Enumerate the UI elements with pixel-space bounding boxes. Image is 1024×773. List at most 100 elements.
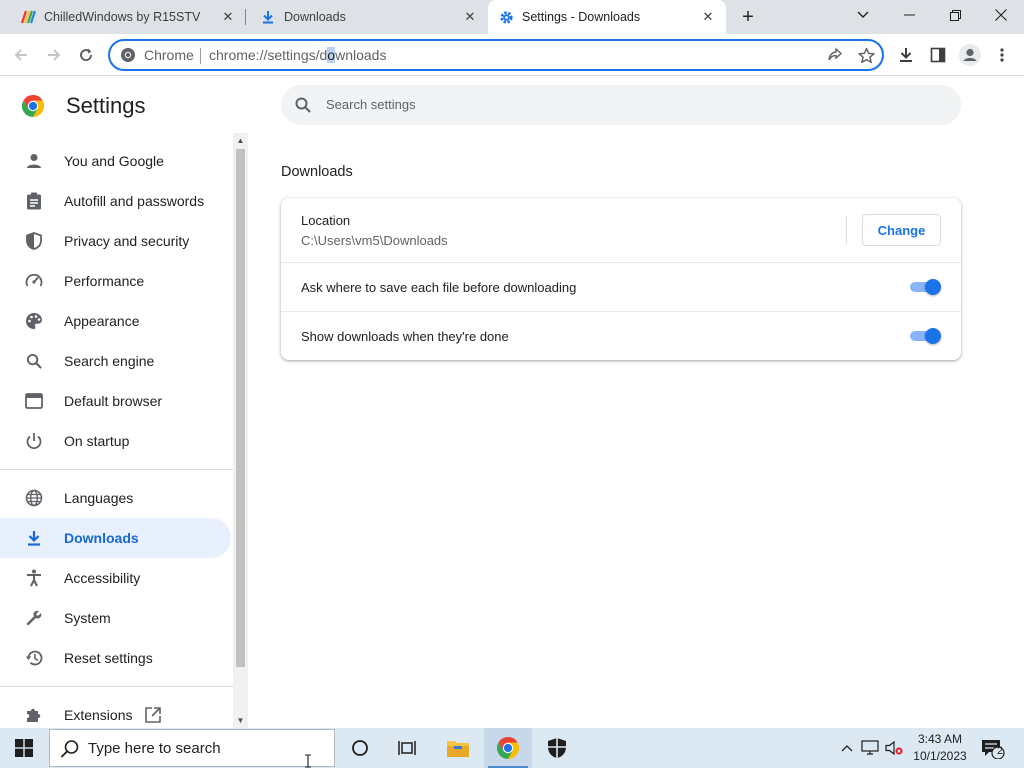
tab-title: ChilledWindows by R15STV bbox=[44, 10, 201, 24]
sidebar-item-system[interactable]: System bbox=[0, 598, 231, 638]
location-path: C:\Users\vm5\Downloads bbox=[301, 233, 448, 248]
sidebar-item-label: Search engine bbox=[64, 353, 155, 369]
volume-muted-icon[interactable] bbox=[885, 739, 903, 757]
show-downloads-toggle[interactable] bbox=[909, 328, 941, 344]
tab-search-icon[interactable] bbox=[840, 0, 886, 30]
ask-where-to-save-row[interactable]: Ask where to save each file before downl… bbox=[281, 262, 961, 311]
search-placeholder: Search settings bbox=[326, 97, 416, 112]
sidebar-item-performance[interactable]: Performance bbox=[0, 261, 231, 301]
chrome-logo-icon bbox=[120, 47, 136, 63]
windows-security-shield-icon[interactable] bbox=[533, 728, 581, 768]
clock-time: 3:43 AM bbox=[917, 732, 963, 746]
side-panel-icon[interactable] bbox=[924, 41, 952, 69]
sidebar-item-accessibility[interactable]: Accessibility bbox=[0, 558, 231, 598]
cortana-icon[interactable] bbox=[336, 728, 384, 768]
sidebar-item-you-and-google[interactable]: You and Google bbox=[0, 141, 231, 181]
change-location-button[interactable]: Change bbox=[862, 214, 941, 246]
sidebar-item-appearance[interactable]: Appearance bbox=[0, 301, 231, 341]
sidebar-divider bbox=[0, 469, 233, 470]
wrench-icon bbox=[24, 608, 44, 628]
search-icon bbox=[60, 739, 80, 759]
accessibility-icon bbox=[24, 568, 44, 588]
sidebar-item-extensions[interactable]: Extensions bbox=[0, 695, 231, 728]
close-tab-icon[interactable]: ✕ bbox=[220, 9, 236, 25]
bookmark-star-icon[interactable] bbox=[857, 46, 875, 64]
tab-title: Settings - Downloads bbox=[522, 10, 641, 24]
downloads-toolbar-icon[interactable] bbox=[892, 41, 920, 69]
puzzle-icon bbox=[24, 705, 44, 725]
search-icon bbox=[24, 351, 44, 371]
sidebar-item-label: Reset settings bbox=[64, 650, 153, 666]
sidebar-item-search-engine[interactable]: Search engine bbox=[0, 341, 231, 381]
share-icon[interactable] bbox=[826, 46, 844, 64]
network-icon[interactable] bbox=[861, 739, 879, 757]
restore-button[interactable] bbox=[932, 0, 978, 30]
url-part: wnloads bbox=[335, 47, 387, 63]
task-view-icon[interactable] bbox=[384, 728, 432, 768]
sidebar-item-autofill[interactable]: Autofill and passwords bbox=[0, 181, 231, 221]
sidebar-item-label: Extensions bbox=[64, 707, 133, 723]
kebab-menu-icon[interactable] bbox=[988, 41, 1016, 69]
reload-button[interactable] bbox=[72, 41, 100, 69]
shield-icon bbox=[24, 231, 44, 251]
notification-center-icon[interactable]: 2 bbox=[980, 738, 1006, 760]
sidebar-item-reset-settings[interactable]: Reset settings bbox=[0, 638, 231, 678]
forward-button[interactable] bbox=[40, 41, 68, 69]
sidebar-item-label: Autofill and passwords bbox=[64, 193, 205, 209]
profile-avatar[interactable] bbox=[956, 41, 984, 69]
sidebar-item-label: Downloads bbox=[64, 530, 139, 546]
close-tab-icon[interactable]: ✕ bbox=[462, 9, 478, 25]
person-icon bbox=[24, 151, 44, 171]
download-icon bbox=[260, 9, 276, 25]
address-bar[interactable]: Chrome chrome://settings/downloads bbox=[108, 39, 884, 71]
show-downloads-when-done-row[interactable]: Show downloads when they're done bbox=[281, 311, 961, 360]
sidebar-scrollbar[interactable]: ▲ ▼ bbox=[233, 133, 248, 728]
scrollbar-thumb[interactable] bbox=[236, 149, 245, 667]
close-tab-icon[interactable]: ✕ bbox=[700, 9, 716, 25]
power-icon bbox=[24, 431, 44, 451]
omnibox-divider bbox=[200, 48, 201, 64]
notification-count-badge: 2 bbox=[996, 745, 1004, 757]
open-in-new-icon bbox=[144, 706, 162, 724]
url-selection: o bbox=[327, 47, 336, 63]
sidebar-item-default-browser[interactable]: Default browser bbox=[0, 381, 231, 421]
windows-start-button[interactable] bbox=[0, 728, 48, 768]
taskbar-search-box[interactable]: Type here to search bbox=[49, 729, 335, 768]
browser-window-icon bbox=[24, 391, 44, 411]
page-title: Settings bbox=[66, 93, 146, 118]
sidebar-item-languages[interactable]: Languages bbox=[0, 478, 231, 518]
system-clock[interactable]: 3:43 AM 10/1/2023 bbox=[906, 731, 974, 765]
search-icon bbox=[294, 96, 312, 114]
tab-settings-downloads[interactable]: Settings - Downloads ✕ bbox=[488, 0, 726, 34]
new-tab-button[interactable]: + bbox=[736, 5, 760, 29]
scroll-up-arrow-icon[interactable]: ▲ bbox=[233, 133, 248, 148]
sidebar-item-label: On startup bbox=[64, 433, 130, 449]
sidebar-item-label: Privacy and security bbox=[64, 233, 190, 249]
url-text[interactable]: chrome://settings/downloads bbox=[209, 41, 386, 69]
minimize-button[interactable] bbox=[886, 0, 932, 30]
location-label: Location bbox=[301, 213, 351, 228]
file-explorer-icon[interactable] bbox=[434, 728, 482, 768]
browser-toolbar: Chrome chrome://settings/downloads bbox=[0, 34, 1024, 76]
sidebar-item-privacy[interactable]: Privacy and security bbox=[0, 221, 231, 261]
speedometer-icon bbox=[24, 271, 44, 291]
url-part: chrome://settings/d bbox=[209, 47, 328, 63]
site-chip[interactable]: Chrome bbox=[120, 41, 194, 69]
show-hidden-icons-chevron-icon[interactable] bbox=[838, 739, 856, 757]
chrome-logo-icon bbox=[21, 94, 45, 118]
sidebar-item-label: You and Google bbox=[64, 153, 164, 169]
sidebar-item-on-startup[interactable]: On startup bbox=[0, 421, 231, 461]
text-cursor-icon bbox=[304, 754, 312, 768]
tab-downloads[interactable]: Downloads ✕ bbox=[245, 0, 488, 34]
rainbow-logo-icon bbox=[20, 9, 36, 25]
back-button[interactable] bbox=[7, 41, 35, 69]
gear-icon bbox=[498, 9, 514, 25]
tab-chilledwindows[interactable]: ChilledWindows by R15STV ✕ bbox=[0, 0, 246, 34]
close-window-button[interactable] bbox=[978, 0, 1024, 30]
scroll-down-arrow-icon[interactable]: ▼ bbox=[233, 713, 248, 728]
ask-where-to-save-toggle[interactable] bbox=[909, 279, 941, 295]
sidebar-item-downloads[interactable]: Downloads bbox=[0, 518, 231, 558]
search-settings-input[interactable]: Search settings bbox=[281, 85, 961, 125]
globe-icon bbox=[24, 488, 44, 508]
chrome-taskbar-icon[interactable] bbox=[484, 728, 532, 768]
